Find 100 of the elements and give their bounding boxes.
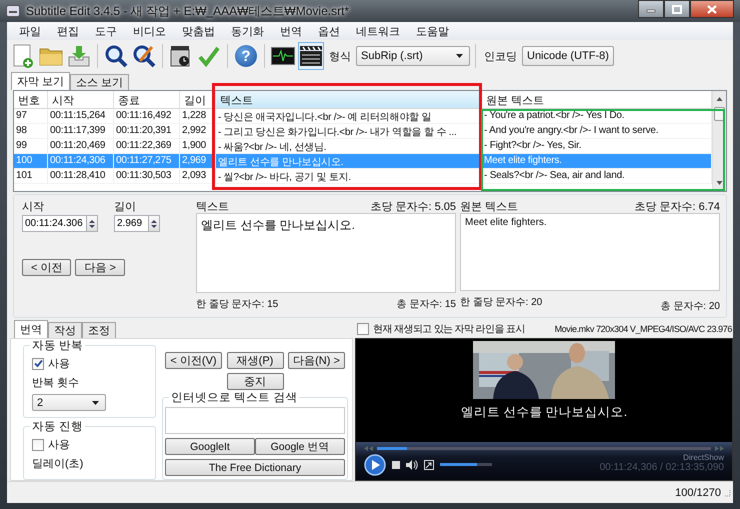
text-label: 원본 텍스트 (460, 200, 518, 214)
table-cell[interactable]: - And you're angry.<br />- I want to serve. (482, 124, 712, 139)
column-header[interactable]: 텍스트 (216, 91, 482, 109)
playback-button[interactable]: 재생(P) (226, 352, 284, 369)
stop-icon[interactable] (392, 460, 400, 469)
original-text-area[interactable]: Meet elite fighters. (460, 213, 720, 291)
previous-button[interactable]: < 이전 (22, 259, 72, 276)
window-title: Subtitle Edit 3.4.5 - 새 작업 + E:₩_AAA₩테스트₩Movie.srt* (26, 2, 350, 20)
download-icon (67, 45, 91, 67)
rewind-icon (364, 446, 373, 452)
delay-label: 딜레이(초) (32, 457, 84, 471)
table-cell[interactable]: 2,992 (180, 124, 216, 139)
fullscreen-icon[interactable] (424, 460, 434, 470)
stop-button[interactable]: 중지 (226, 373, 284, 390)
table-cell[interactable]: 00:11:15,264 (48, 109, 114, 124)
app-icon (6, 5, 20, 17)
checkbox[interactable] (32, 358, 44, 370)
column-header[interactable]: 번호 (14, 91, 48, 109)
total-chars-label: 총 문자수: 20 (660, 300, 720, 313)
checkbox[interactable] (357, 323, 369, 335)
speaker-icon[interactable] (406, 460, 418, 470)
table-cell[interactable]: 00:11:20,391 (114, 124, 180, 139)
video-button[interactable] (298, 42, 324, 70)
chars-per-second: 초당 문자수: 6.74 (634, 200, 720, 214)
menu-item[interactable]: 번역 (272, 24, 310, 38)
table-cell[interactable]: - Seals?<br />- Sea, air and land. (482, 169, 712, 184)
view-tab[interactable]: 자막 보기 (11, 72, 70, 90)
subtitle-position: 100/1270 (675, 486, 721, 498)
encoding-dropdown[interactable]: Unicode (UTF-8) (522, 46, 614, 66)
table-cell[interactable]: 00:11:30,503 (114, 169, 180, 184)
seek-bar[interactable] (377, 447, 711, 450)
table-cell[interactable]: 2,093 (180, 169, 216, 184)
next-button[interactable]: 다음 > (75, 259, 125, 276)
menu-item[interactable]: 파일 (11, 24, 49, 38)
table-cell[interactable]: 00:11:28,410 (48, 169, 114, 184)
dictionary-button[interactable]: The Free Dictionary (165, 459, 345, 476)
menu-item[interactable]: 도구 (87, 24, 125, 38)
table-cell[interactable]: - 당신은 애국자입니다.<br />- 예 리터의해야할 일 (216, 109, 482, 124)
table-cell[interactable]: 00:11:16,492 (114, 109, 180, 124)
minimize-button[interactable] (638, 0, 664, 18)
table-cell[interactable]: - 씰?<br />- 바다, 공기 및 토지. (216, 169, 482, 184)
spinner[interactable] (148, 215, 160, 232)
format-dropdown[interactable]: SubRip (.srt) (356, 46, 470, 66)
fast-forward-icon (715, 446, 724, 452)
menu-item[interactable]: 비디오 (125, 24, 174, 38)
close-button[interactable] (690, 0, 734, 18)
column-header[interactable]: 원본 텍스트 (482, 91, 712, 109)
checkmark-icon (198, 45, 220, 67)
table-cell[interactable]: 97 (14, 109, 48, 124)
group-title: 자동 진행 (30, 419, 86, 434)
panel-tab[interactable]: 조정 (82, 322, 116, 338)
view-tab[interactable]: 소스 보기 (70, 74, 130, 90)
caret-icon (92, 400, 99, 404)
menu-item[interactable]: 맞춤법 (174, 24, 223, 38)
line-length-label: 한 줄당 문자수: 20 (460, 296, 542, 309)
video-time: 00:11:24,306 / 02:13:35,090 (600, 462, 724, 474)
duration-label: 길이 (114, 200, 137, 214)
panel-tab[interactable]: 번역 (14, 320, 48, 338)
repeat-count-dropdown[interactable]: 2 (32, 394, 106, 411)
table-cell[interactable]: - 그리고 당신은 화가입니다.<br />- 내가 역할을 할 수 ... (216, 124, 482, 139)
column-header[interactable]: 시작 (48, 91, 114, 109)
start-time-field[interactable]: 00:11:24.306 (22, 215, 86, 232)
checkbox-label: 사용 (48, 357, 70, 371)
encoding-label: 인코딩 (483, 50, 518, 64)
checkbox[interactable] (32, 438, 44, 450)
column-header[interactable]: 종료 (114, 91, 180, 109)
volume-slider[interactable] (440, 463, 492, 466)
maximize-icon (672, 4, 682, 14)
playback-button[interactable]: < 이전(V) (165, 352, 222, 369)
new-document-icon (12, 44, 34, 68)
spinner[interactable] (86, 215, 98, 232)
search-button[interactable]: GoogleIt (165, 438, 255, 455)
resize-grip-icon (723, 488, 731, 496)
maximize-button[interactable] (664, 0, 690, 18)
waveform-icon (271, 47, 295, 65)
panel-tab[interactable]: 작성 (48, 322, 82, 338)
table-cell[interactable]: 1,228 (180, 109, 216, 124)
menu-item[interactable]: 네트워크 (348, 24, 408, 38)
menu-item[interactable]: 옵션 (310, 24, 348, 38)
menu-item[interactable]: 동기화 (223, 24, 272, 38)
search-icon (104, 44, 128, 68)
menu-item[interactable]: 도움말 (408, 24, 457, 38)
play-button[interactable] (364, 454, 386, 476)
table-cell[interactable]: 00:11:17,399 (48, 124, 114, 139)
renderer-label: DirectShow (683, 453, 724, 462)
playback-button[interactable]: 다음(N) > (288, 352, 345, 369)
group-title: 자동 반복 (30, 339, 86, 353)
text-label: 텍스트 (196, 200, 229, 214)
video-info: Movie.mkv 720x304 V_MPEG4/ISO/AVC 23.976 (554, 324, 732, 334)
menu-item[interactable]: 편집 (49, 24, 87, 38)
table-cell[interactable]: 98 (14, 124, 48, 139)
start-label: 시작 (22, 200, 45, 214)
duration-field[interactable]: 2.969 (114, 215, 148, 232)
table-cell[interactable]: - You're a patriot.<br />- Yes I Do. (482, 109, 712, 124)
total-chars-label: 총 문자수: 15 (396, 298, 456, 311)
search-button[interactable]: Google 번역 (255, 438, 345, 455)
table-cell[interactable]: 101 (14, 169, 48, 184)
repeat-count-label: 반복 횟수 (32, 376, 80, 390)
subtitle-text-area[interactable]: 엘리트 선수를 만나보십시오. (196, 213, 456, 293)
column-header[interactable]: 길이 (180, 91, 216, 109)
